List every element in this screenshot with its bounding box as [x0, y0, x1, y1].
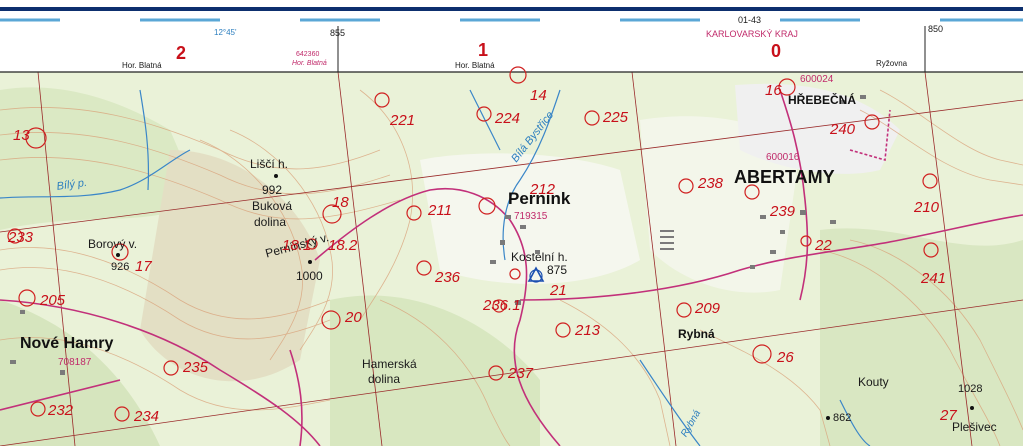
- survey-number: 240: [830, 121, 856, 138]
- survey-number: 18.2: [328, 237, 358, 254]
- place-kostelni-h: Kostelní h.: [511, 250, 568, 264]
- survey-number: 210: [914, 199, 940, 216]
- survey-number: 236.1: [483, 297, 521, 314]
- survey-number: 18: [332, 194, 349, 211]
- survey-number: 205: [40, 292, 66, 309]
- survey-number: 237: [508, 365, 534, 382]
- locality-hor-blatna-right: Hor. Blatná: [455, 61, 495, 70]
- place-lisci-h: Liščí h.: [250, 157, 289, 171]
- code-pernink: 719315: [514, 211, 548, 222]
- elevation-1028: 1028: [958, 383, 983, 395]
- survey-number: 234: [134, 408, 160, 425]
- longitude-label: 12°45': [214, 28, 237, 37]
- place-bukova-dolina: dolina: [254, 215, 287, 229]
- region-label: KARLOVARSKÝ KRAJ: [706, 29, 798, 39]
- easting-850: 850: [928, 24, 944, 34]
- survey-number: 26: [777, 349, 794, 366]
- code-label: Hor. Blatná: [292, 60, 327, 67]
- place-bukova: Buková: [252, 199, 293, 213]
- locality-ryzovna: Ryžovna: [876, 59, 908, 68]
- survey-number: 224: [495, 110, 521, 127]
- survey-number: 209: [695, 300, 721, 317]
- survey-number: 221: [390, 112, 416, 129]
- survey-number: 18.1: [282, 237, 312, 254]
- place-borovy-v: Borový v.: [88, 237, 138, 251]
- easting-855: 855: [330, 28, 346, 38]
- elevation-862: 862: [833, 412, 852, 424]
- survey-number: 233: [8, 229, 34, 246]
- survey-number: 16: [765, 82, 782, 99]
- survey-number: 238: [698, 175, 724, 192]
- sheet-code: 01-43: [738, 15, 762, 25]
- place-plesivec: Plešivec: [952, 420, 997, 434]
- place-hamerska-dolina: dolina: [368, 372, 401, 386]
- code-nove-hamry: 708187: [58, 357, 92, 368]
- zone-2: 2: [176, 43, 187, 63]
- survey-number: 241: [921, 270, 947, 287]
- survey-number: 17: [135, 258, 152, 275]
- code-abertamy: 600016: [766, 152, 800, 163]
- place-hamerska: Hamerská: [362, 357, 417, 371]
- elevation-875: 875: [547, 263, 568, 277]
- survey-number: 22: [815, 237, 832, 254]
- survey-number: 213: [575, 322, 601, 339]
- zone-1: 1: [478, 40, 489, 60]
- village-rybna[interactable]: Rybná: [678, 328, 715, 340]
- place-kouty: Kouty: [858, 375, 889, 389]
- village-hrebecna[interactable]: HŘEBEČNÁ: [788, 94, 856, 106]
- town-abertamy[interactable]: ABERTAMY: [734, 168, 835, 186]
- elevation-992: 992: [262, 183, 283, 197]
- survey-number: 14: [530, 87, 547, 104]
- elevation-926: 926: [111, 261, 130, 273]
- survey-number: 225: [603, 109, 629, 126]
- survey-number: 239: [770, 203, 796, 220]
- header-rule: [0, 7, 1023, 11]
- code-hrebecna: 600024: [800, 74, 834, 85]
- elevation-1000: 1000: [296, 269, 323, 283]
- survey-number: 13: [13, 127, 30, 144]
- survey-number: 235: [183, 359, 209, 376]
- survey-number: 20: [345, 309, 362, 326]
- map-canvas[interactable]: 12°45' 855 850 01-43 KARLOVARSKÝ KRAJ 2 …: [0, 0, 1023, 446]
- survey-number: 212: [530, 181, 556, 198]
- locality-hor-blatna-left: Hor. Blatná: [122, 61, 162, 70]
- survey-number: 232: [48, 402, 74, 419]
- survey-number: 211: [428, 202, 452, 219]
- code-642360: 642360: [296, 51, 320, 58]
- zone-0: 0: [771, 41, 782, 61]
- survey-number: 21: [550, 282, 567, 299]
- survey-number: 27: [940, 407, 957, 424]
- survey-number: 236: [435, 269, 461, 286]
- town-nove-hamry[interactable]: Nové Hamry: [20, 336, 113, 352]
